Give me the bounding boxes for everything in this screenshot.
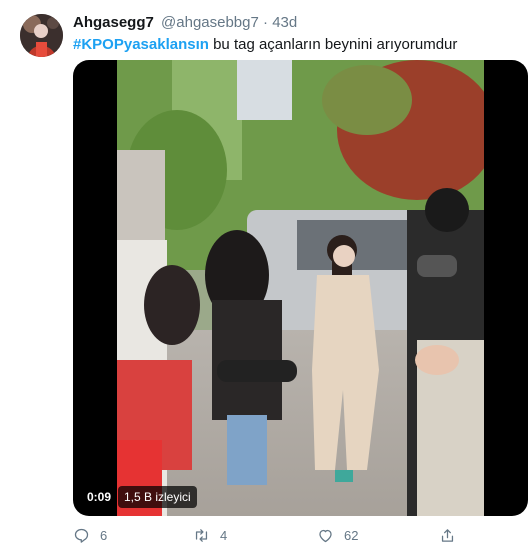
reply-count: 6 — [100, 527, 108, 543]
tweet-text: #KPOPyasaklansın bu tag açanların beynin… — [73, 35, 457, 55]
retweet-count: 4 — [220, 527, 228, 543]
video-views-badge: 1,5 B izleyici — [118, 486, 197, 508]
tweet-card[interactable]: Ahgasegg7 @ahgasebbg7 · 43d #KPOPyasakla… — [0, 0, 532, 545]
video-frame — [117, 60, 484, 516]
like-button[interactable]: 62 — [317, 525, 358, 545]
user-handle[interactable]: @ahgasebbg7 — [161, 14, 259, 31]
like-icon — [319, 529, 332, 542]
avatar[interactable] — [20, 14, 63, 57]
share-icon — [441, 528, 454, 542]
tweet-body: bu tag açanların beynini arıyorumdur — [208, 36, 458, 53]
tweet-header: Ahgasegg7 @ahgasebbg7 · 43d — [73, 14, 297, 32]
separator-dot: · — [263, 14, 269, 31]
share-button[interactable] — [439, 525, 466, 545]
avatar-image — [20, 14, 63, 57]
display-name[interactable]: Ahgasegg7 — [73, 14, 154, 31]
video-player[interactable]: 0:09 1,5 B izleyici — [73, 60, 528, 516]
hashtag-link[interactable]: #KPOPyasaklansın — [73, 36, 209, 53]
retweet-button[interactable]: 4 — [193, 525, 227, 545]
reply-icon — [74, 528, 89, 543]
like-count: 62 — [344, 527, 359, 543]
video-elapsed-badge: 0:09 — [81, 486, 118, 508]
reply-button[interactable]: 6 — [73, 525, 107, 545]
timestamp[interactable]: 43d — [272, 14, 297, 31]
tweet-actions: 6 4 62 — [73, 525, 528, 545]
retweet-icon — [195, 528, 208, 542]
